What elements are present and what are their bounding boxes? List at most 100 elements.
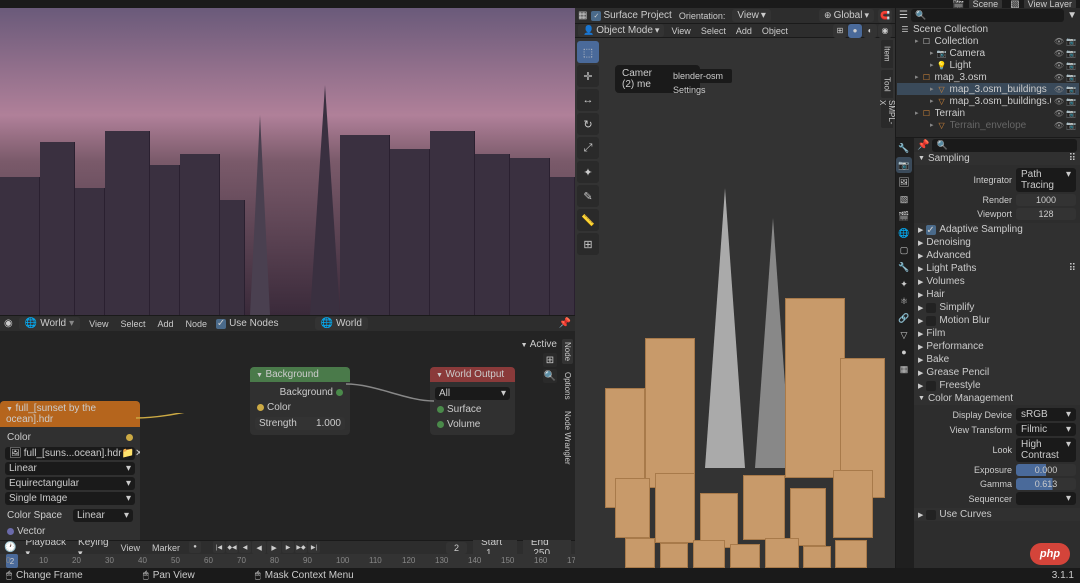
transform-tool[interactable]: ✦ [577,161,599,183]
transform-orientation[interactable]: ⊕ Global ▾ [819,9,874,22]
backdrop-zoom[interactable]: 🔍 [543,369,557,383]
timeline-track[interactable]: 2 01020304050607080901001101201301401501… [0,554,575,568]
render-toggle[interactable]: 📷 [1066,49,1076,58]
render-toggle[interactable]: 📷 [1066,109,1076,118]
node-header[interactable]: ▼ full_[sunset by the ocean].hdr [0,401,140,427]
node-environment-texture[interactable]: ▼ full_[sunset by the ocean].hdr Color 🖼… [0,401,140,540]
render-toggle[interactable]: 📷 [1066,121,1076,130]
side-tab-wrangler[interactable]: Node Wrangler [562,408,573,468]
socket-color-in[interactable] [257,404,264,411]
annotate-tool[interactable]: ✎ [577,185,599,207]
tree-row[interactable]: ▸☐Terrain👁📷 [897,107,1079,119]
active-panel-header[interactable]: ▼ Active [521,339,557,350]
target-dropdown[interactable]: All▾ [435,387,510,400]
panel-header-performance[interactable]: ▶Performance [914,340,1080,353]
backdrop-toggle[interactable]: ⊞ [543,353,557,367]
menu-add[interactable]: Add [155,319,177,329]
tree-row[interactable]: ▸💡Light👁📷 [897,59,1079,71]
socket-volume-in[interactable] [437,421,444,428]
menu-node[interactable]: Node [183,319,211,329]
tab-world[interactable]: 🌐 [896,225,912,241]
node-header[interactable]: ▼ Background [250,367,350,382]
panel-header-volumes[interactable]: ▶Volumes [914,275,1080,288]
image-field[interactable]: 🖼 full_[suns...ocean].hdr 📁✕ [5,447,135,460]
render-toggle[interactable]: 📷 [1066,97,1076,106]
properties-search[interactable]: 🔍 [932,139,1077,152]
shading-rendered[interactable]: ◉ [878,24,892,38]
rotate-tool[interactable]: ↻ [577,113,599,135]
move-tool[interactable]: ↔ [577,89,599,111]
image-editor-viewport[interactable] [0,8,575,315]
tab-particles[interactable]: ✦ [896,276,912,292]
panel-header-light-paths[interactable]: ▶Light Paths⠿ [914,262,1080,275]
pin-icon[interactable]: 📌 [559,318,571,329]
keyframe-prev-button[interactable]: ◆◀ [226,541,238,553]
tree-row[interactable]: ▸▽map_3.osm_buildings👁📷 [897,83,1079,95]
tab-tool[interactable]: Tool [881,70,893,98]
shading-solid[interactable]: ● [848,24,862,38]
look-dropdown[interactable]: High Contrast▾ [1016,438,1076,462]
use-nodes-checkbox[interactable]: ✓Use Nodes [216,318,278,329]
editor-type-icon[interactable]: ☰ [899,10,908,21]
orientation-dropdown[interactable]: View▾ [732,9,771,22]
visibility-toggle[interactable]: 👁 [1054,37,1064,46]
current-frame-field[interactable]: 2 [446,542,467,554]
tab-output[interactable]: 🖼 [896,174,912,190]
node-header[interactable]: ▼ World Output [430,367,515,382]
menu-view[interactable]: View [86,319,111,329]
render-toggle[interactable]: 📷 [1066,73,1076,82]
visibility-toggle[interactable]: 👁 [1054,109,1064,118]
source-dropdown[interactable]: Single Image▾ [5,492,135,505]
visibility-toggle[interactable]: 👁 [1054,73,1064,82]
editor-type-icon[interactable]: ◉ [4,318,13,329]
tree-row[interactable]: ▸📷Camera👁📷 [897,47,1079,59]
mode-dropdown[interactable]: 👤 Object Mode ▾ [578,24,664,37]
keyframe-next-button[interactable]: ▶◆ [295,541,307,553]
view-menu[interactable]: View [118,543,143,553]
snap-icon[interactable]: 🧲 [878,9,892,23]
auto-key-button[interactable]: ● [189,541,201,553]
tab-texture[interactable]: ▦ [896,361,912,377]
menu-object[interactable]: Object [759,26,791,36]
tab-constraints[interactable]: 🔗 [896,310,912,326]
menu-view[interactable]: View [668,26,693,36]
frame-next-button[interactable]: ▶ [282,541,294,553]
tab-data[interactable]: ▽ [896,327,912,343]
sequencer-dropdown[interactable]: ▾ [1016,492,1076,505]
denoising-header[interactable]: ▶Denoising [914,236,1080,249]
outliner-tree[interactable]: ☰Scene Collection ▸☐Collection👁📷▸📷Camera… [896,22,1080,137]
tab-item[interactable]: Item [881,40,893,68]
exposure-slider[interactable]: 0.000 [1016,464,1076,476]
tab-render[interactable]: 🔧 [896,140,912,156]
filter-icon[interactable]: ▼ [1067,10,1077,21]
scale-tool[interactable]: ⤢ [577,137,599,159]
context-item-settings[interactable]: Settings [667,83,732,97]
shading-wireframe[interactable]: ⊞ [833,24,847,38]
render-toggle[interactable]: 📷 [1066,37,1076,46]
visibility-toggle[interactable]: 👁 [1054,49,1064,58]
panel-header-freestyle[interactable]: ▶Freestyle [914,379,1080,392]
tab-smplx[interactable]: SMPL-X [881,100,893,128]
add-tool[interactable]: ⊞ [577,233,599,255]
panel-header-grease-pencil[interactable]: ▶Grease Pencil [914,366,1080,379]
tab-render-props[interactable]: 📷 [896,157,912,173]
gamma-slider[interactable]: 0.613 [1016,478,1076,490]
side-tab-node[interactable]: Node [562,339,573,364]
tab-modifiers[interactable]: 🔧 [896,259,912,275]
node-background[interactable]: ▼ Background Background Color Strength1.… [250,367,350,435]
frame-prev-button[interactable]: ◀ [239,541,251,553]
node-editor-area[interactable]: ▼ full_[sunset by the ocean].hdr Color 🖼… [0,331,575,540]
strength-input[interactable]: Strength1.000 [255,417,345,430]
editor-type-icon[interactable]: 🕐 [4,542,16,553]
socket-color-out[interactable] [126,434,133,441]
render-samples-field[interactable]: 1000 [1016,194,1076,206]
jump-start-button[interactable]: |◀ [213,541,225,553]
view-transform-dropdown[interactable]: Filmic▾ [1016,423,1076,436]
advanced-header[interactable]: ▶Advanced [914,249,1080,262]
cursor-tool[interactable]: ✛ [577,65,599,87]
context-item-blender-osm[interactable]: blender-osm [667,69,732,83]
play-button[interactable]: ▶ [267,541,281,554]
socket-vector-in[interactable] [7,528,14,535]
world-datablock[interactable]: 🌐World [315,317,368,330]
shading-material[interactable]: ◐ [863,24,877,38]
